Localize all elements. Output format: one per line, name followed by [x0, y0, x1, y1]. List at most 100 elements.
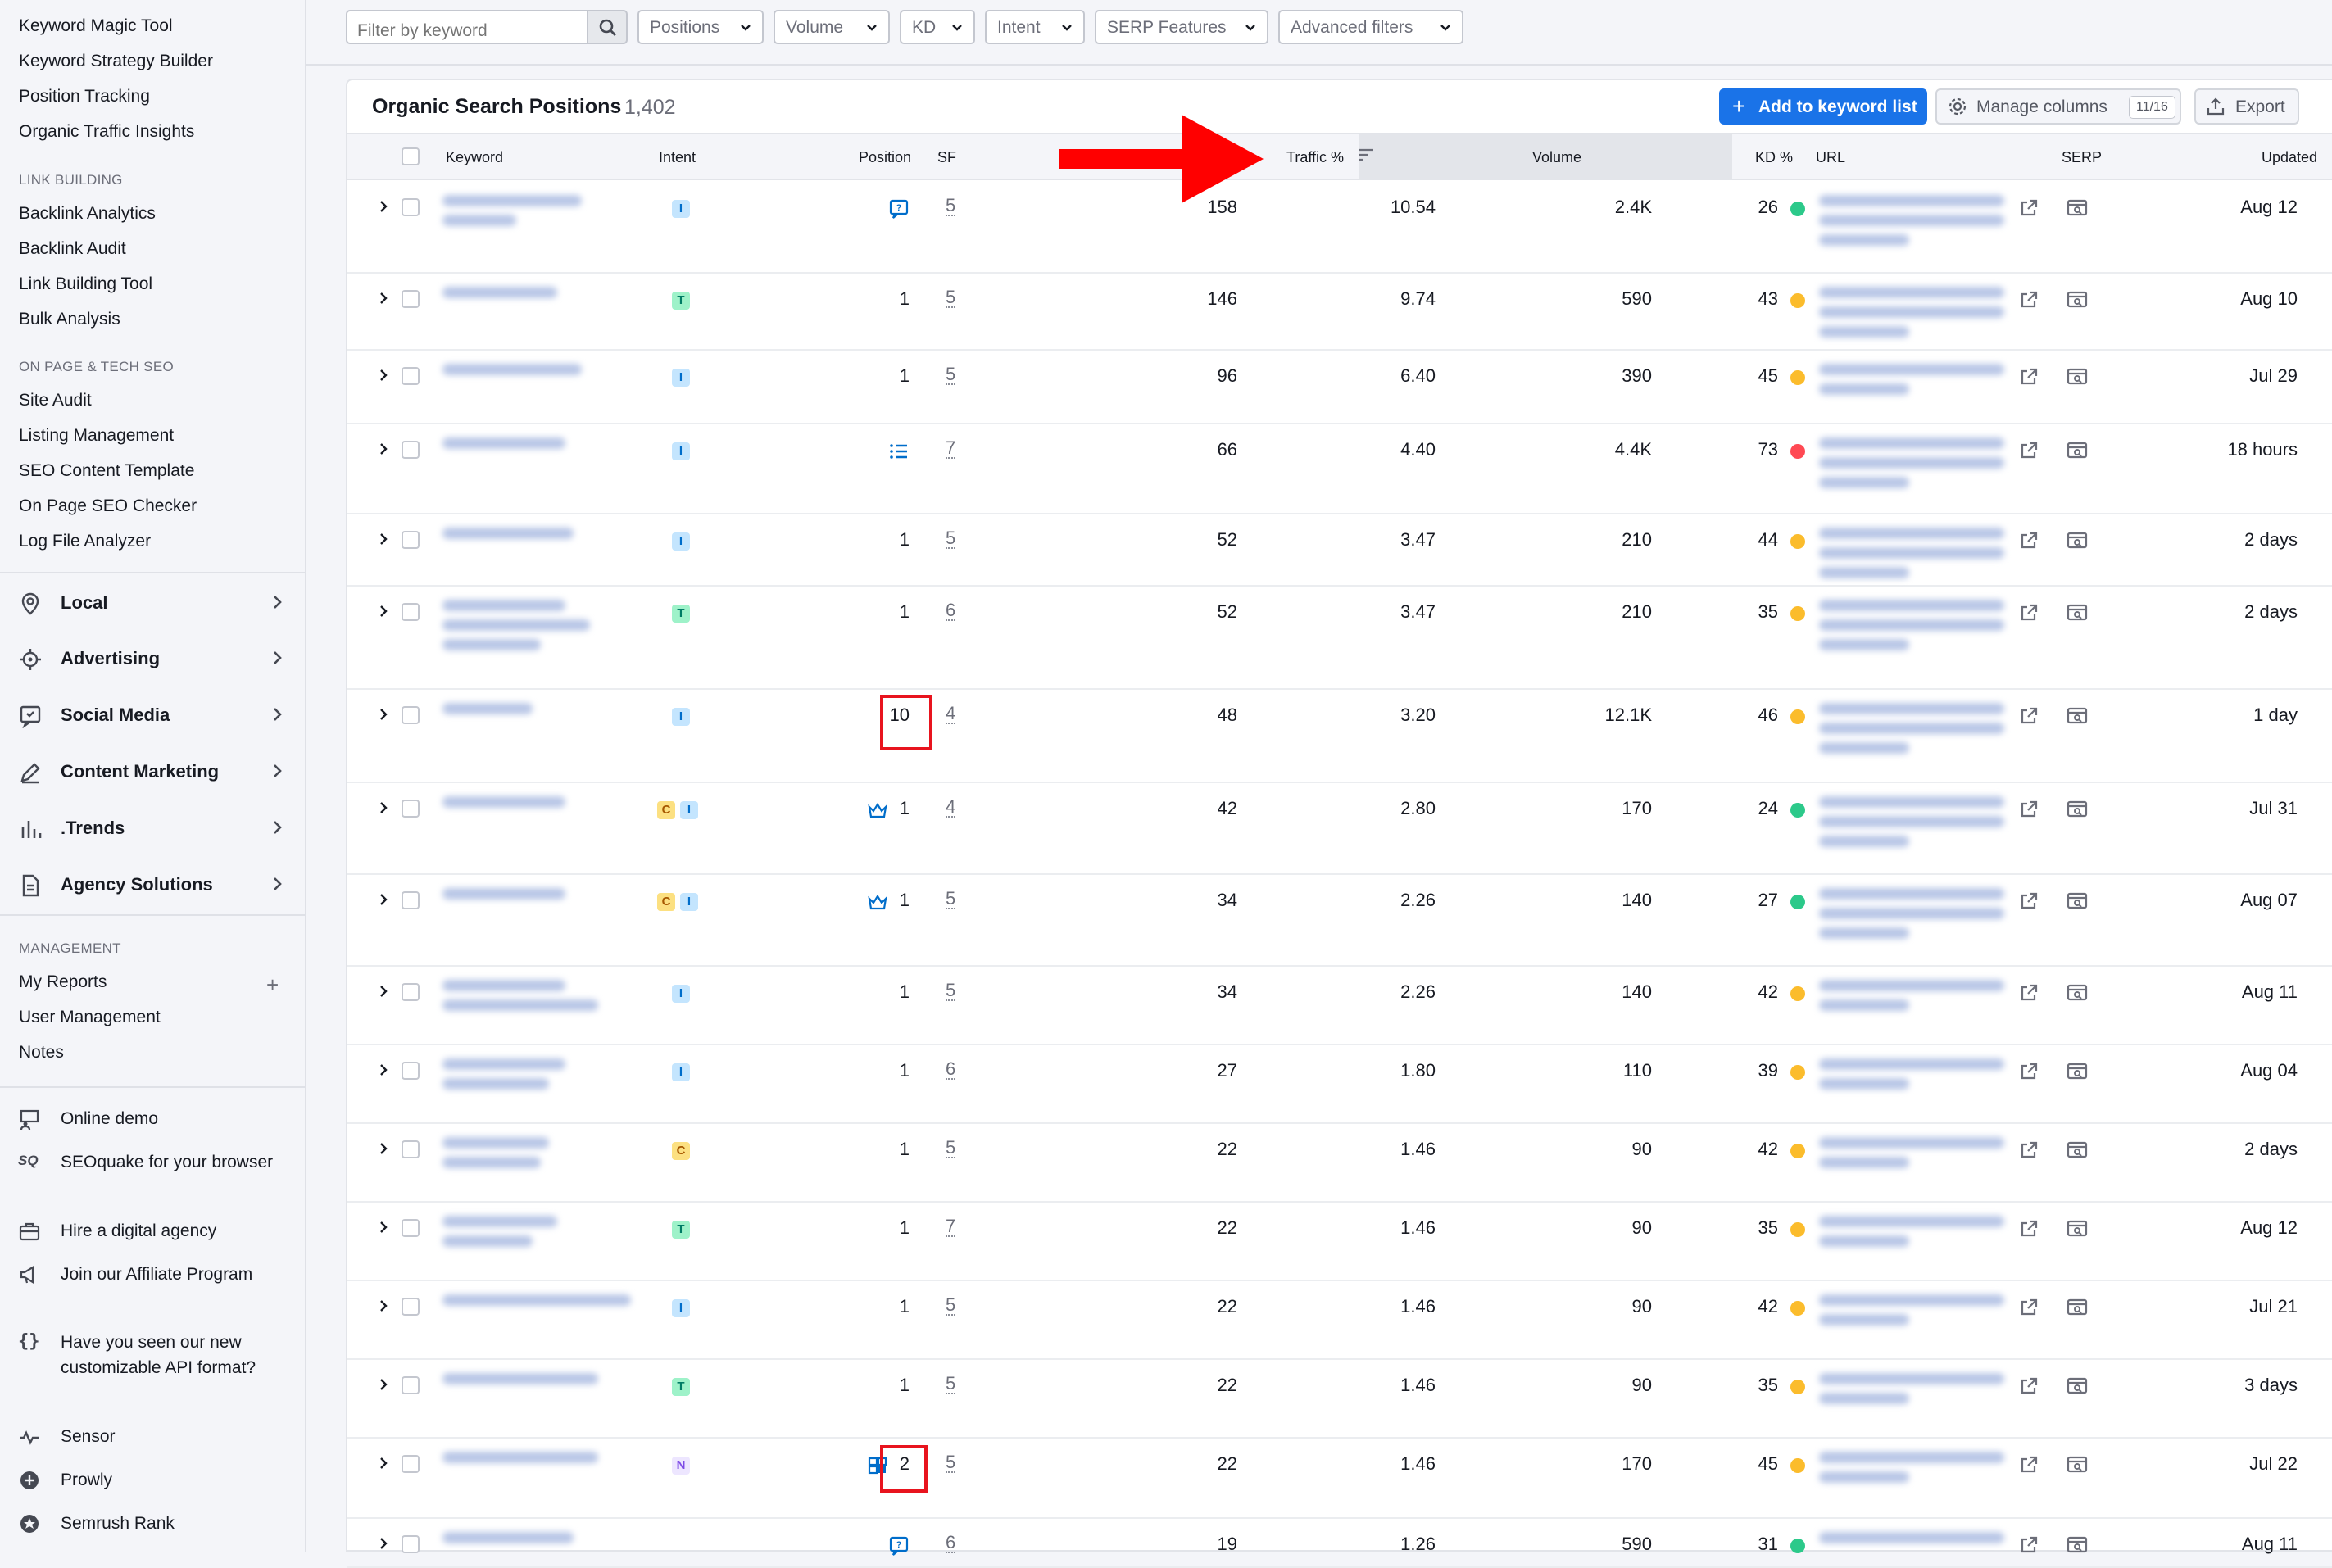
- url-link-redacted[interactable]: [1819, 1137, 2004, 1176]
- expand-row-icon[interactable]: [377, 369, 390, 382]
- external-link-icon[interactable]: [2019, 983, 2039, 1003]
- external-link-icon[interactable]: [2019, 1298, 2039, 1317]
- serp-features-count[interactable]: 5: [946, 1296, 956, 1316]
- external-link-icon[interactable]: [2019, 603, 2039, 623]
- advanced-filters-dropdown[interactable]: Advanced filters: [1278, 10, 1463, 44]
- expand-row-icon[interactable]: [377, 200, 390, 213]
- external-link-icon[interactable]: [2019, 1535, 2039, 1555]
- serp-snapshot-icon[interactable]: [2067, 1219, 2088, 1239]
- select-all-checkbox[interactable]: [402, 147, 420, 165]
- keyword-link-redacted[interactable]: [442, 600, 615, 659]
- expand-row-icon[interactable]: [377, 1142, 390, 1155]
- external-link-icon[interactable]: [2019, 706, 2039, 726]
- external-link-icon[interactable]: [2019, 441, 2039, 460]
- sidebar-item-on-page-seo-checker[interactable]: On Page SEO Checker: [19, 496, 197, 516]
- url-link-redacted[interactable]: [1819, 600, 2004, 659]
- sidebar-category-content-marketing[interactable]: Content Marketing: [0, 749, 305, 795]
- serp-snapshot-icon[interactable]: [2067, 1062, 2088, 1081]
- serp-snapshot-icon[interactable]: [2067, 441, 2088, 460]
- serp-snapshot-icon[interactable]: [2067, 1140, 2088, 1160]
- url-link-redacted[interactable]: [1819, 287, 2004, 346]
- serp-features-count[interactable]: 6: [946, 1060, 956, 1080]
- row-checkbox[interactable]: [402, 1376, 420, 1394]
- keyword-link-redacted[interactable]: [442, 888, 615, 908]
- serp-snapshot-icon[interactable]: [2067, 1376, 2088, 1396]
- column-header-serp[interactable]: SERP: [2062, 149, 2102, 166]
- column-header-url[interactable]: URL: [1816, 149, 1845, 166]
- sidebar-item-user-management[interactable]: User Management: [19, 1008, 161, 1027]
- serp-features-count[interactable]: 5: [946, 890, 956, 909]
- expand-row-icon[interactable]: [377, 893, 390, 906]
- add-to-keyword-list-button[interactable]: + Add to keyword list: [1719, 88, 1927, 125]
- sidebar-item-log-file-analyzer[interactable]: Log File Analyzer: [19, 532, 151, 551]
- manage-columns-button[interactable]: Manage columns 11/16: [1935, 88, 2181, 125]
- column-header-kd[interactable]: KD %: [1755, 149, 1793, 166]
- row-checkbox[interactable]: [402, 367, 420, 385]
- sidebar-item-organic-traffic-insights[interactable]: Organic Traffic Insights: [19, 122, 194, 142]
- intent-dropdown[interactable]: Intent: [985, 10, 1085, 44]
- column-header-keyword[interactable]: Keyword: [446, 149, 503, 166]
- external-link-icon[interactable]: [2019, 198, 2039, 218]
- row-checkbox[interactable]: [402, 706, 420, 724]
- sidebar-item-seo-content-template[interactable]: SEO Content Template: [19, 461, 194, 481]
- serp-snapshot-icon[interactable]: [2067, 1535, 2088, 1555]
- serp-features-count[interactable]: 5: [946, 981, 956, 1001]
- keyword-link-redacted[interactable]: [442, 703, 615, 723]
- expand-row-icon[interactable]: [377, 985, 390, 998]
- keyword-link-redacted[interactable]: [442, 287, 615, 306]
- serp-features-count[interactable]: 5: [946, 1139, 956, 1158]
- row-checkbox[interactable]: [402, 290, 420, 308]
- sidebar-category-advertising[interactable]: Advertising: [0, 636, 305, 682]
- url-link-redacted[interactable]: [1819, 1532, 2004, 1552]
- url-link-redacted[interactable]: [1819, 1216, 2004, 1255]
- url-link-redacted[interactable]: [1819, 528, 2004, 587]
- serp-snapshot-icon[interactable]: [2067, 198, 2088, 218]
- expand-row-icon[interactable]: [377, 1063, 390, 1076]
- external-link-icon[interactable]: [2019, 800, 2039, 819]
- keyword-link-redacted[interactable]: [442, 980, 615, 1019]
- external-link-icon[interactable]: [2019, 1062, 2039, 1081]
- expand-row-icon[interactable]: [377, 1457, 390, 1470]
- positions-dropdown[interactable]: Positions: [637, 10, 764, 44]
- serp-features-count[interactable]: 4: [946, 705, 956, 724]
- sidebar-item-keyword-magic-tool[interactable]: Keyword Magic Tool: [19, 16, 173, 36]
- expand-row-icon[interactable]: [377, 1537, 390, 1550]
- export-button[interactable]: Export: [2194, 88, 2299, 125]
- serp-snapshot-icon[interactable]: [2067, 1455, 2088, 1475]
- serp-features-count[interactable]: 6: [946, 1534, 956, 1553]
- keyword-link-redacted[interactable]: [442, 1137, 615, 1176]
- external-link-icon[interactable]: [2019, 1219, 2039, 1239]
- url-link-redacted[interactable]: [1819, 888, 2004, 947]
- external-link-icon[interactable]: [2019, 531, 2039, 551]
- expand-row-icon[interactable]: [377, 442, 390, 455]
- serp-features-count[interactable]: 7: [946, 439, 956, 459]
- serp-snapshot-icon[interactable]: [2067, 1298, 2088, 1317]
- serp-snapshot-icon[interactable]: [2067, 603, 2088, 623]
- serp-features-count[interactable]: 5: [946, 288, 956, 308]
- row-checkbox[interactable]: [402, 1455, 420, 1473]
- serp-snapshot-icon[interactable]: [2067, 800, 2088, 819]
- column-header-volume[interactable]: Volume: [1532, 149, 1581, 166]
- sidebar-category-social-media[interactable]: Social Media: [0, 692, 305, 738]
- row-checkbox[interactable]: [402, 1535, 420, 1553]
- expand-row-icon[interactable]: [377, 1221, 390, 1234]
- keyword-link-redacted[interactable]: [442, 364, 615, 383]
- sidebar-item-keyword-strategy-builder[interactable]: Keyword Strategy Builder: [19, 52, 213, 71]
- serp-snapshot-icon[interactable]: [2067, 983, 2088, 1003]
- volume-dropdown[interactable]: Volume: [774, 10, 890, 44]
- external-link-icon[interactable]: [2019, 1455, 2039, 1475]
- row-checkbox[interactable]: [402, 1298, 420, 1316]
- external-link-icon[interactable]: [2019, 891, 2039, 911]
- row-checkbox[interactable]: [402, 800, 420, 818]
- sidebar-item-my-reports[interactable]: My Reports: [19, 972, 107, 992]
- keyword-link-redacted[interactable]: [442, 796, 615, 816]
- url-link-redacted[interactable]: [1819, 703, 2004, 762]
- sidebar-category-trends[interactable]: .Trends: [0, 805, 305, 851]
- serp-snapshot-icon[interactable]: [2067, 891, 2088, 911]
- keyword-link-redacted[interactable]: [442, 195, 615, 234]
- serp-features-count[interactable]: 5: [946, 1453, 956, 1473]
- serp-snapshot-icon[interactable]: [2067, 367, 2088, 387]
- serp-snapshot-icon[interactable]: [2067, 706, 2088, 726]
- expand-row-icon[interactable]: [377, 708, 390, 721]
- column-header-traffic-pct[interactable]: Traffic %: [1286, 149, 1344, 166]
